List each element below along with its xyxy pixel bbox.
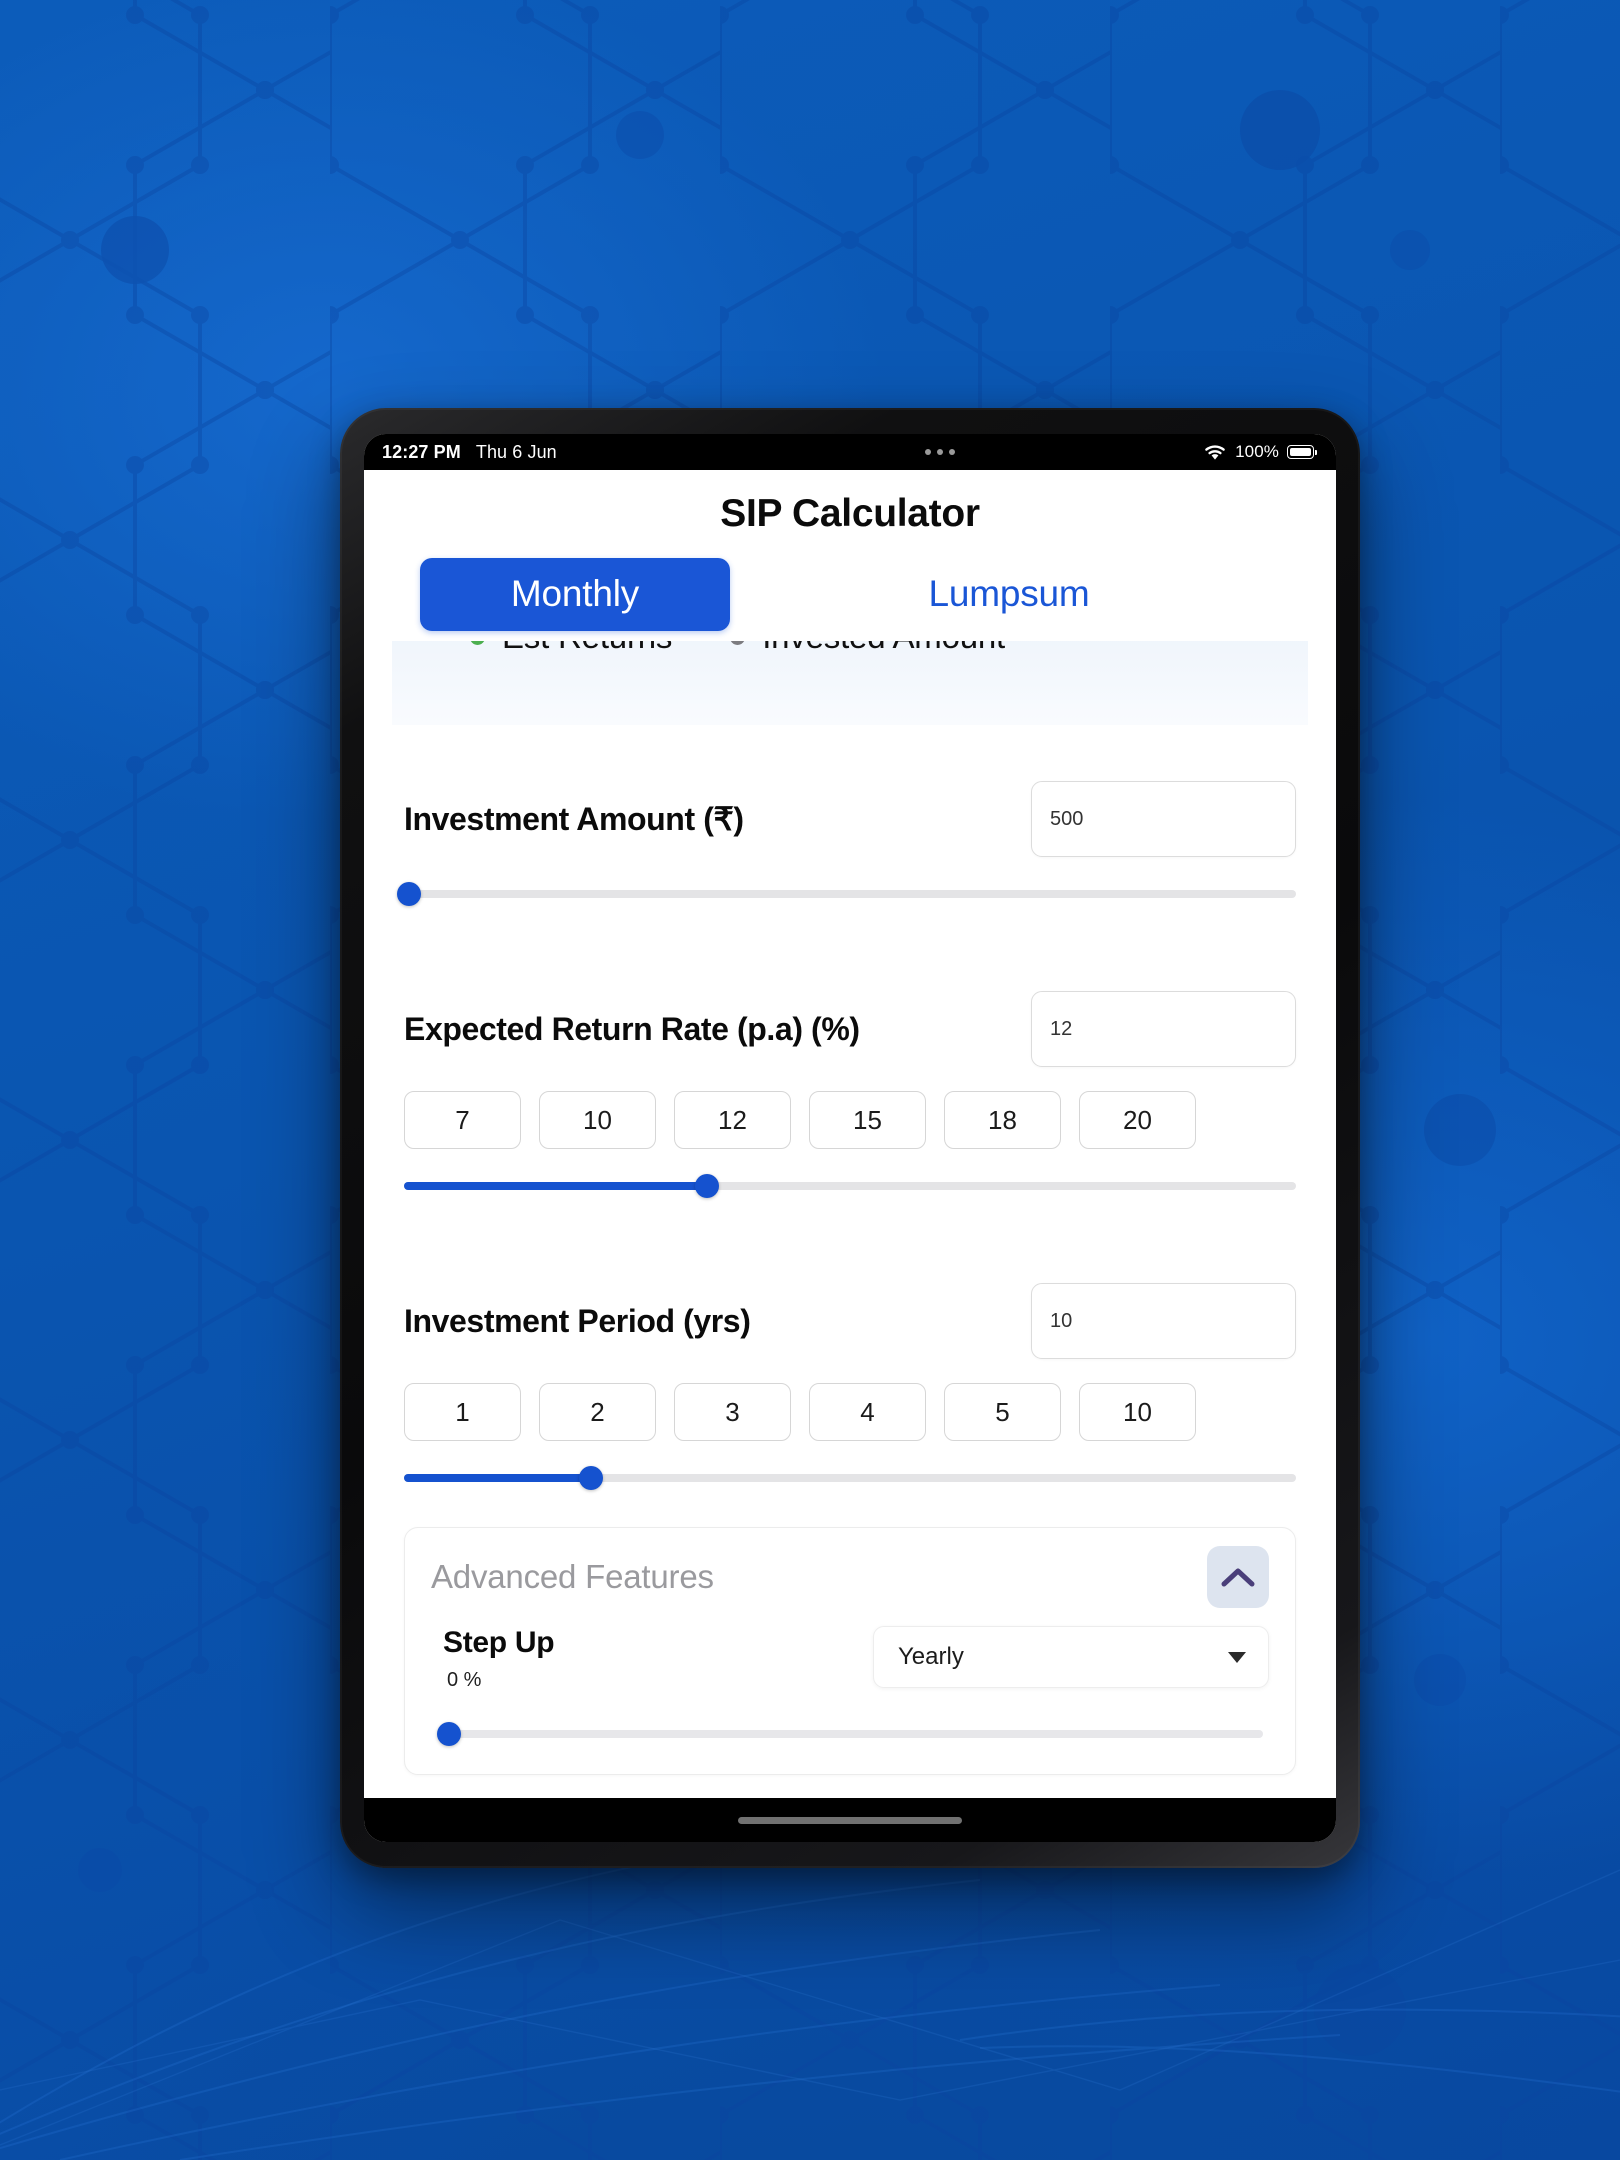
slider-thumb[interactable] (397, 882, 422, 906)
chart-legend-container: Est Returns Invested Amount (392, 641, 1308, 725)
slider-thumb[interactable] (579, 1466, 604, 1490)
wifi-icon (1205, 444, 1225, 460)
investment-period-chips: 1 2 3 4 5 10 (404, 1383, 1296, 1441)
tab-lumpsum[interactable]: Lumpsum (730, 558, 1288, 631)
field-expected-return-rate: Expected Return Rate (p.a) (%) 12 7 10 1… (364, 991, 1336, 1199)
tablet-screen: 12:27 PM Thu 6 Jun 100% SIP Calculator M… (364, 434, 1336, 1842)
period-chip-5[interactable]: 5 (944, 1383, 1061, 1441)
page-title: SIP Calculator (720, 492, 980, 535)
rate-chip-10[interactable]: 10 (539, 1091, 656, 1149)
advanced-features-title: Advanced Features (431, 1558, 714, 1595)
investment-period-input[interactable]: 10 (1031, 1283, 1296, 1359)
slider-thumb[interactable] (437, 1722, 462, 1746)
expected-return-rate-input[interactable]: 12 (1031, 991, 1296, 1067)
rate-chip-15[interactable]: 15 (809, 1091, 926, 1149)
tab-monthly[interactable]: Monthly (420, 558, 730, 631)
status-bar-time: 12:27 PM (382, 441, 461, 462)
investment-period-label: Investment Period (yrs) (404, 1302, 751, 1339)
caret-down-icon (1228, 1651, 1246, 1663)
period-chip-2[interactable]: 2 (539, 1383, 656, 1441)
step-up-value: 0 % (447, 1669, 482, 1691)
step-up-label: Step Up (443, 1626, 555, 1659)
advanced-features-collapse-button[interactable] (1207, 1546, 1269, 1608)
step-up-frequency-select[interactable]: Yearly (873, 1626, 1269, 1688)
status-bar: 12:27 PM Thu 6 Jun 100% (364, 434, 1336, 470)
chart-legend: Est Returns Invested Amount (392, 641, 1308, 725)
step-up-frequency-value: Yearly (898, 1643, 964, 1670)
period-chip-4[interactable]: 4 (809, 1383, 926, 1441)
period-chip-10[interactable]: 10 (1079, 1383, 1196, 1441)
rate-chip-18[interactable]: 18 (944, 1091, 1061, 1149)
period-chip-3[interactable]: 3 (674, 1383, 791, 1441)
rate-chip-20[interactable]: 20 (1079, 1091, 1196, 1149)
legend-dot-green (470, 641, 485, 645)
field-investment-period: Investment Period (yrs) 10 1 2 3 4 5 10 (364, 1283, 1336, 1491)
battery-full-icon (1287, 445, 1318, 459)
investment-period-slider[interactable] (404, 1465, 1296, 1491)
legend-dot-gray (730, 641, 746, 645)
legend-item-est-returns: Est Returns (470, 641, 672, 655)
slider-fill (404, 1182, 708, 1190)
expected-return-rate-label: Expected Return Rate (p.a) (%) (404, 1010, 860, 1047)
step-up-slider[interactable] (437, 1722, 1263, 1746)
home-indicator[interactable] (738, 1816, 962, 1824)
investment-amount-slider[interactable] (397, 881, 1296, 907)
legend-label-est-returns: Est Returns (502, 641, 672, 655)
rate-chip-7[interactable]: 7 (404, 1091, 521, 1149)
advanced-features-card: Advanced Features Step Up 0 % Yearly (404, 1527, 1296, 1775)
slider-track (404, 890, 1296, 898)
investment-amount-input[interactable]: 500 (1031, 781, 1296, 857)
slider-thumb[interactable] (695, 1174, 720, 1198)
sip-calculator-app: SIP Calculator Monthly Lumpsum Est Retur… (364, 470, 1336, 1798)
expected-return-rate-chips: 7 10 12 15 18 20 (404, 1091, 1296, 1149)
battery-percent-label: 100% (1235, 442, 1279, 461)
expected-return-rate-slider[interactable] (404, 1173, 1296, 1199)
mode-tabs: Monthly Lumpsum (364, 536, 1336, 631)
legend-label-invested-amount: Invested Amount (762, 641, 1005, 655)
investment-amount-label: Investment Amount (₹) (404, 801, 744, 837)
slider-track (441, 1730, 1263, 1738)
chevron-up-icon (1221, 1568, 1255, 1587)
field-investment-amount: Investment Amount (₹) 500 (364, 781, 1336, 907)
period-chip-1[interactable]: 1 (404, 1383, 521, 1441)
legend-item-invested-amount: Invested Amount (730, 641, 1005, 655)
home-indicator-bar (364, 1798, 1336, 1842)
more-dots-icon (924, 449, 955, 455)
rate-chip-12[interactable]: 12 (674, 1091, 791, 1149)
status-bar-date: Thu 6 Jun (475, 441, 557, 462)
tablet-device-frame: 12:27 PM Thu 6 Jun 100% SIP Calculator M… (340, 408, 1360, 1868)
slider-fill (404, 1474, 592, 1482)
